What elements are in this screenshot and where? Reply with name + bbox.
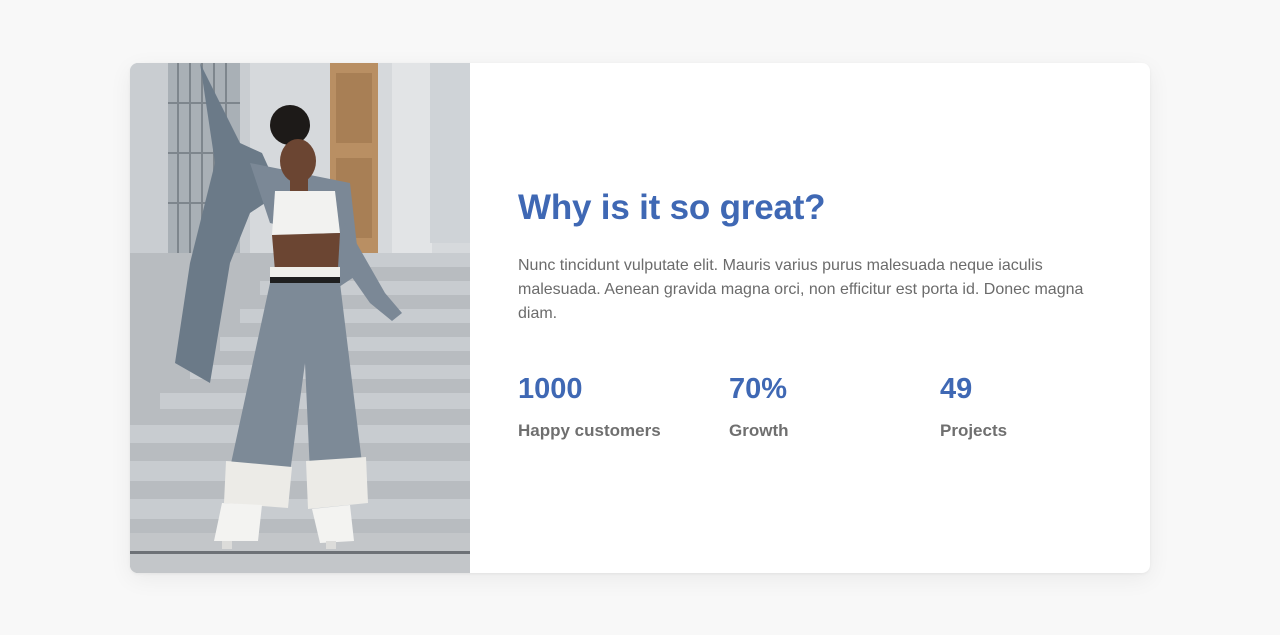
stat-value: 70% xyxy=(729,373,788,405)
stat-projects: 49 Projects xyxy=(940,372,1150,442)
woman-on-stairs-illustration xyxy=(130,63,470,573)
stat-label: Happy customers xyxy=(518,421,661,440)
feature-card: Why is it so great? Nunc tincidunt vulpu… xyxy=(130,63,1150,573)
stat-value: 49 xyxy=(940,373,973,405)
content-panel: Why is it so great? Nunc tincidunt vulpu… xyxy=(470,63,1150,573)
section-title: Why is it so great? xyxy=(518,188,826,227)
stat-label: Projects xyxy=(940,421,1008,440)
section-description: Nunc tincidunt vulputate elit. Mauris va… xyxy=(518,257,1084,322)
stat-label: Growth xyxy=(729,421,789,440)
stat-growth: 70% Growth xyxy=(729,372,940,442)
stat-happy-customers: 1000 Happy customers xyxy=(518,372,729,442)
stats-row: 1000 Happy customers 70% Growth 49 Proje… xyxy=(518,372,1150,442)
hero-photo xyxy=(130,63,470,573)
stat-value: 1000 xyxy=(518,373,583,405)
